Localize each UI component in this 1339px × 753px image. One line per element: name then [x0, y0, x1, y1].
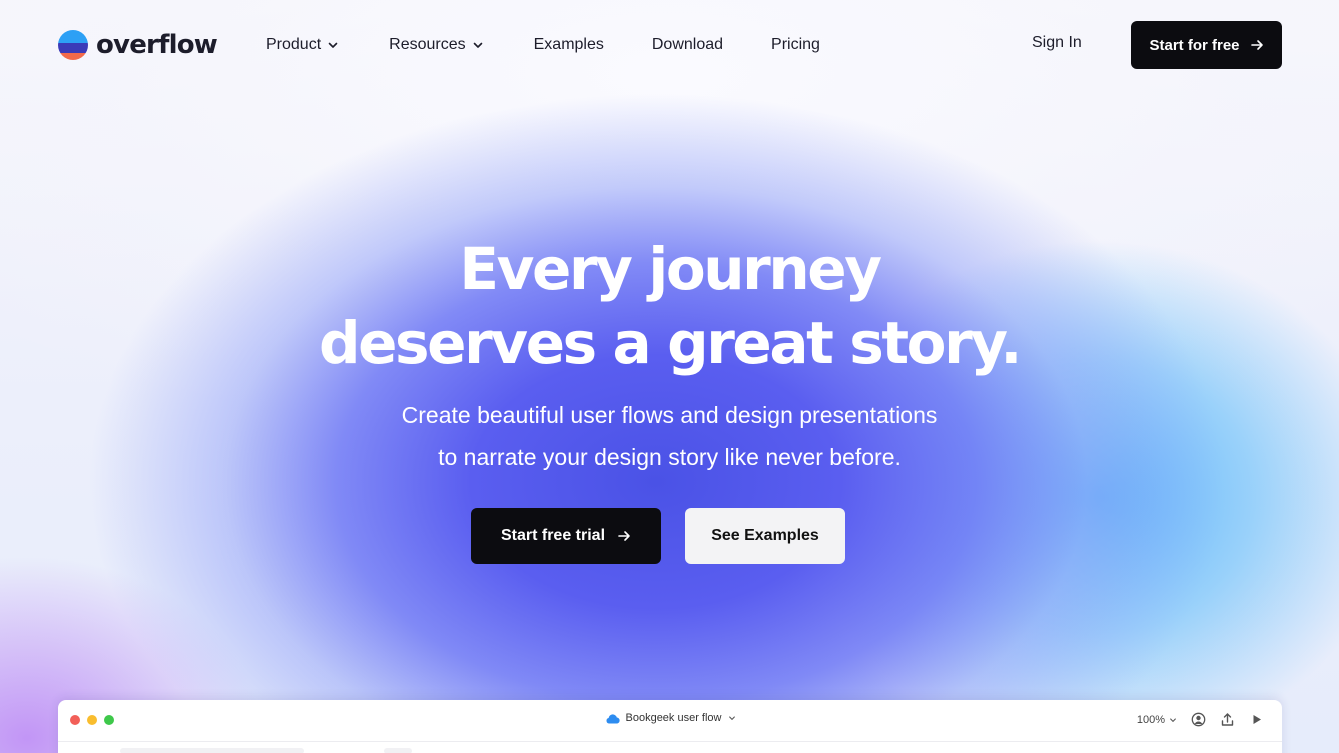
- overflow-logo-icon: [58, 30, 88, 60]
- user-add-icon[interactable]: [1191, 712, 1206, 727]
- chevron-down-icon: [1170, 717, 1176, 722]
- start-free-trial-button[interactable]: Start free trial: [471, 508, 661, 564]
- nav-links: Product Resources Examples Download Pric…: [266, 34, 820, 56]
- nav-item-label: Download: [651, 36, 724, 53]
- button-label: See Examples: [711, 527, 819, 544]
- chevron-down-icon: [728, 716, 735, 721]
- brand-name: overflow: [96, 30, 218, 60]
- nav-item-examples[interactable]: Examples: [534, 36, 604, 54]
- toolbar-divider: [58, 741, 1282, 742]
- button-label: Start free trial: [500, 527, 606, 544]
- canvas-placeholder: [120, 748, 304, 753]
- nav-item-resources[interactable]: Resources: [389, 36, 483, 54]
- subtitle-line-1: Create beautiful user flows and design p…: [401, 402, 938, 428]
- hero-subtitle: Create beautiful user flows and design p…: [0, 394, 1339, 478]
- nav-item-label: Resources: [389, 36, 466, 53]
- nav-item-pricing[interactable]: Pricing: [771, 36, 820, 54]
- app-preview-window: Bookgeek user flow 100%: [58, 700, 1282, 753]
- hero-section: Every journey deserves a great story. Cr…: [0, 232, 1339, 478]
- hero-headline: Every journey deserves a great story.: [0, 232, 1339, 380]
- start-for-free-button[interactable]: Start for free: [1131, 21, 1282, 69]
- chevron-down-icon: [328, 42, 338, 48]
- play-icon[interactable]: [1249, 712, 1264, 727]
- nav-item-product[interactable]: Product: [266, 36, 339, 54]
- chevron-down-icon: [473, 42, 482, 48]
- arrow-right-icon: [1250, 40, 1263, 50]
- nav-item-label: Examples: [533, 36, 604, 53]
- nav-item-download[interactable]: Download: [652, 36, 723, 54]
- nav-item-label: Pricing: [771, 36, 820, 53]
- headline-line-2: deserves a great story.: [318, 309, 1022, 377]
- canvas-placeholder: [384, 748, 412, 753]
- sign-in-link[interactable]: Sign In: [1032, 34, 1082, 52]
- nav-item-label: Product: [266, 36, 322, 53]
- zoom-control[interactable]: 100%: [1137, 714, 1177, 726]
- button-label: Start for free: [1149, 36, 1240, 54]
- zoom-level: 100%: [1136, 713, 1165, 726]
- logo[interactable]: overflow: [58, 30, 218, 60]
- headline-line-1: Every journey: [459, 235, 882, 303]
- arrow-right-icon: [618, 531, 630, 541]
- top-navigation: overflow Product Resources Examples Down…: [0, 0, 1339, 90]
- subtitle-line-2: to narrate your design story like never …: [438, 444, 901, 470]
- document-title[interactable]: Bookgeek user flow: [58, 712, 1282, 724]
- cloud-icon: [605, 713, 620, 724]
- window-toolbar: 100%: [1137, 712, 1264, 727]
- see-examples-button[interactable]: See Examples: [685, 508, 845, 564]
- share-icon[interactable]: [1220, 712, 1235, 727]
- hero-buttons: Start free trial See Examples: [471, 508, 845, 564]
- document-title-label: Bookgeek user flow: [625, 712, 722, 724]
